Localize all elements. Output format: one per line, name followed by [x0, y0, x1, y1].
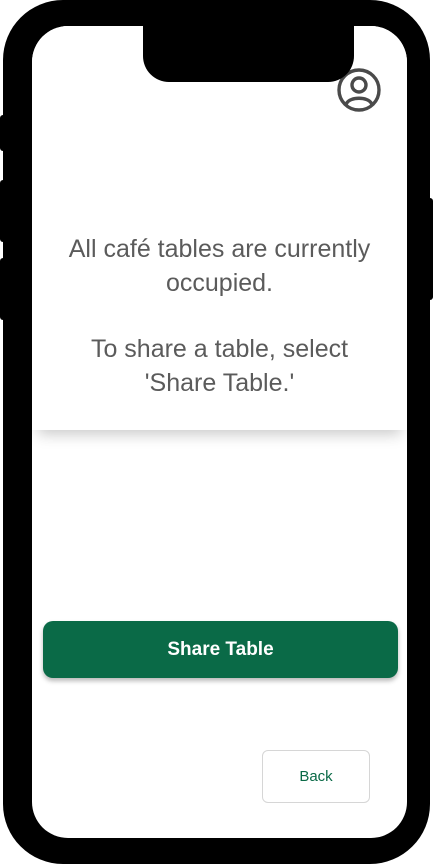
device-frame: All café tables are currently occupied. …: [3, 0, 430, 864]
device-notch: [143, 26, 354, 82]
app-screen: All café tables are currently occupied. …: [32, 26, 407, 838]
occupied-message: All café tables are currently occupied.: [68, 235, 371, 297]
device-stage: All café tables are currently occupied. …: [0, 0, 433, 864]
share-table-button[interactable]: Share Table: [43, 621, 398, 678]
back-button[interactable]: Back: [262, 750, 370, 803]
status-message: All café tables are currently occupied. …: [52, 232, 387, 400]
share-instruction: To share a table, select 'Share Table.': [90, 335, 349, 397]
message-card: All café tables are currently occupied. …: [32, 26, 407, 430]
